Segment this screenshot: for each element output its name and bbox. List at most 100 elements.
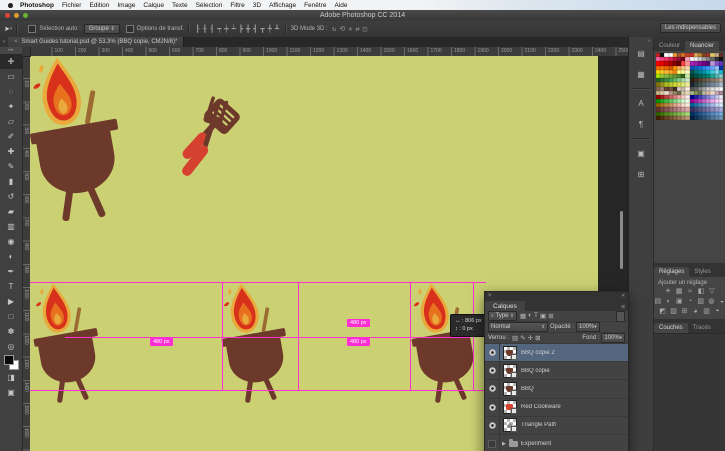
eye-icon[interactable] [488, 385, 496, 393]
tools-panel-grip[interactable]: ▸▸ [0, 47, 22, 54]
align-distribute-icon-7[interactable]: ╋ [246, 25, 250, 33]
align-distribute-icon-4[interactable]: ┿ [224, 25, 228, 33]
layer-thumbnail[interactable] [503, 381, 517, 396]
quick-mask-tool[interactable]: ◨ [0, 370, 22, 385]
align-distribute-icon-8[interactable]: ┫ [253, 25, 257, 33]
layer-thumbnail[interactable] [503, 418, 517, 433]
dodge-tool[interactable]: ◐ [0, 249, 22, 264]
maximize-window-button[interactable] [23, 13, 28, 18]
rectangle-shape-tool[interactable]: □ [0, 309, 22, 324]
adjustment-icon[interactable]: ◒ [718, 298, 725, 306]
mode-3d-icon-1[interactable]: ⟲ [339, 25, 345, 33]
layers-tab[interactable]: Calques [485, 301, 525, 311]
menu-slection[interactable]: Sélection [196, 2, 223, 9]
menu-3d[interactable]: 3D [253, 2, 261, 9]
color-swatch[interactable] [718, 115, 723, 120]
dock-grip[interactable]: ∗ [0, 37, 8, 47]
minimize-window-button[interactable] [14, 13, 19, 18]
layer-row[interactable]: Red Cookware [485, 398, 628, 417]
mode-3d-icon-2[interactable]: ✛ [348, 25, 352, 33]
menu-calque[interactable]: Calque [143, 2, 164, 9]
mode-3d-icon-0[interactable]: ↻ [332, 25, 336, 33]
zoom-tool[interactable]: ◎ [0, 339, 22, 354]
layers-panel-collapse-icon[interactable]: « [622, 292, 625, 300]
tab-couleur[interactable]: Couleur [654, 41, 685, 51]
layer-filter-kind-icon[interactable]: ◐ [528, 312, 532, 320]
swatch-libraries-panel-icon[interactable]: ▤ [629, 46, 653, 61]
align-distribute-icon-5[interactable]: ┷ [232, 25, 236, 33]
layer-comps-panel-icon[interactable]: ▣ [629, 146, 653, 161]
align-distribute-icon-3[interactable]: ┯ [217, 25, 221, 33]
layer-row[interactable]: Triangle Path [485, 416, 628, 435]
adjustment-icon[interactable]: ◐ [665, 298, 673, 306]
tab-nuancier[interactable]: Nuancier [685, 41, 720, 51]
menu-photoshop[interactable]: Photoshop [20, 2, 54, 9]
tab-couches[interactable]: Couches [654, 323, 688, 333]
adjustment-icon[interactable]: ▥ [703, 308, 711, 316]
align-distribute-icon-1[interactable]: ╂ [203, 25, 207, 33]
align-distribute-icon-9[interactable]: ┳ [260, 25, 264, 33]
menu-image[interactable]: Image [117, 2, 135, 9]
menu-fentre[interactable]: Fenêtre [304, 2, 326, 9]
foreground-color-swatch[interactable] [4, 355, 14, 365]
tab-rglages[interactable]: Réglages [654, 267, 690, 277]
path-selection-tool[interactable]: ▶ [0, 294, 22, 309]
lock-icon[interactable]: ✛ [528, 334, 533, 342]
history-brush-tool[interactable]: ↺ [0, 189, 22, 204]
layer-thumbnail[interactable] [503, 363, 517, 378]
adjustment-icon[interactable]: ▦ [675, 288, 683, 296]
layer-row[interactable]: BBQ [485, 380, 628, 399]
mode-3d-icon-3[interactable]: ⇄ [355, 25, 359, 33]
menu-aide[interactable]: Aide [334, 2, 347, 9]
blend-mode-dropdown[interactable]: Normal ⇕ [488, 322, 548, 332]
lock-icon[interactable]: ▨ [512, 334, 518, 342]
menu-texte[interactable]: Texte [172, 2, 188, 9]
adjustment-icon[interactable]: ◧ [697, 288, 705, 296]
lock-icon[interactable]: ✎ [520, 334, 525, 342]
screen-mode-tool[interactable]: ▣ [0, 385, 22, 400]
tab-tracs[interactable]: Tracés [688, 323, 716, 333]
menu-edition[interactable]: Edition [89, 2, 109, 9]
foreground-background-colors[interactable] [0, 354, 22, 370]
mode-3d-icon-4[interactable]: ◫ [363, 25, 367, 33]
auto-select-target-dropdown[interactable]: Groupe ⇕ [83, 24, 120, 34]
paragraph-panel-icon[interactable]: ¶ [629, 117, 653, 132]
panel-menu-icon[interactable]: ≡ [621, 304, 628, 311]
layer-filter-toggle[interactable] [616, 310, 625, 322]
layer-filter-kind-icon[interactable]: ▦ [520, 312, 526, 320]
tool-preset-arrow-icon[interactable]: ▾ [10, 26, 13, 32]
layer-filter-kind-icon[interactable]: ▣ [540, 312, 546, 320]
rectangular-marquee-tool[interactable]: ▭ [0, 69, 22, 84]
eye-icon[interactable] [488, 403, 496, 411]
histogram-panel-icon[interactable]: ▦ [629, 67, 653, 82]
adjustment-icon[interactable]: ◍ [708, 298, 716, 306]
adjustment-icon[interactable]: ▨ [670, 308, 678, 316]
menu-affichage[interactable]: Affichage [269, 2, 296, 9]
pen-tool[interactable]: ✒ [0, 264, 22, 279]
brush-tool[interactable]: ✎ [0, 159, 22, 174]
type-tool[interactable]: T [0, 279, 22, 294]
close-window-button[interactable] [5, 13, 10, 18]
quick-selection-tool[interactable]: ✦ [0, 99, 22, 114]
auto-select-checkbox[interactable] [28, 25, 37, 33]
layer-row[interactable]: BBQ copie [485, 362, 628, 381]
clone-stamp-tool[interactable]: ▮ [0, 174, 22, 189]
vertical-scrollbar-thumb[interactable] [620, 211, 623, 269]
lock-icon[interactable]: ⊠ [535, 334, 540, 342]
visibility-checkbox[interactable] [488, 439, 496, 448]
close-document-icon[interactable]: × [14, 39, 18, 45]
opacity-value[interactable]: 100% ▾ [576, 322, 600, 332]
adjustment-icon[interactable]: ⊞ [681, 308, 689, 316]
adjustment-icon[interactable]: ≈ [686, 288, 694, 296]
eye-icon[interactable] [488, 367, 496, 375]
adjustment-icon[interactable]: ▽ [708, 288, 716, 296]
gradient-tool[interactable]: ▥ [0, 219, 22, 234]
blur-tool[interactable]: ◉ [0, 234, 22, 249]
expand-caret-icon[interactable]: ▶ [502, 441, 506, 447]
layers-panel-close-icon[interactable]: × [488, 292, 492, 300]
adjustment-icon[interactable]: ▤ [654, 298, 662, 306]
fill-value[interactable]: 100% ▾ [601, 333, 625, 343]
expand-panels-icon[interactable]: » [629, 37, 653, 46]
tab-styles[interactable]: Styles [689, 267, 715, 277]
hand-tool[interactable]: ✽ [0, 324, 22, 339]
